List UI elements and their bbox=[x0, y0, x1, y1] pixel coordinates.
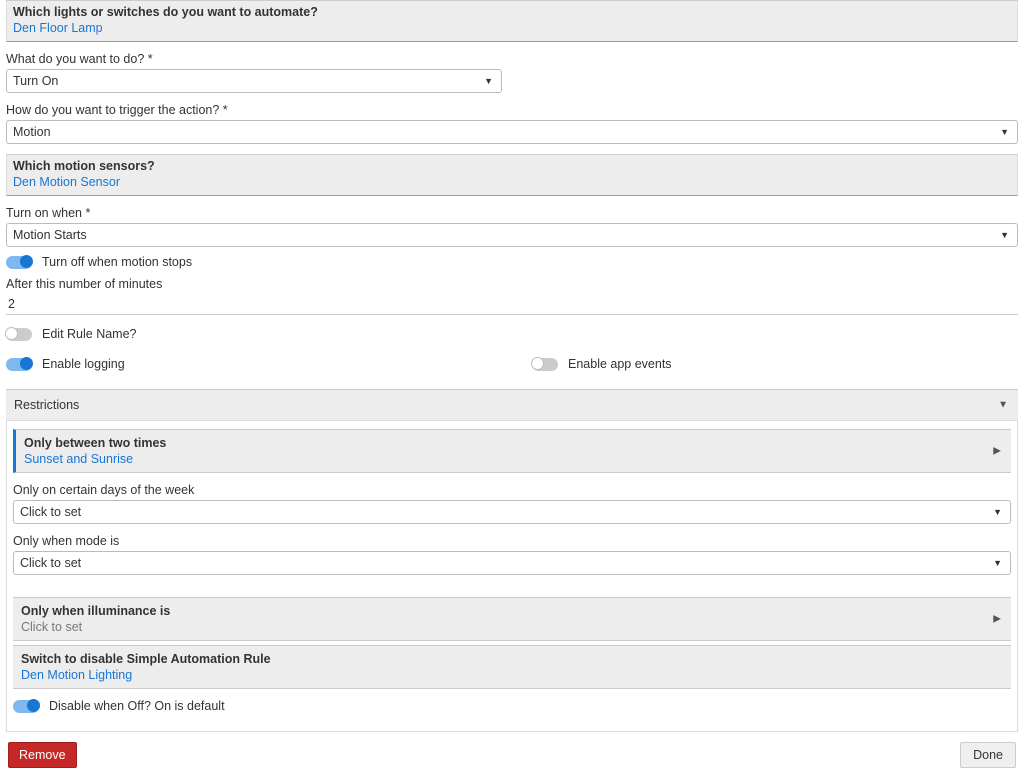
days-value: Click to set bbox=[20, 505, 81, 519]
chevron-down-icon: ▼ bbox=[484, 76, 493, 86]
chevron-right-icon: ▶ bbox=[993, 446, 1001, 457]
enable-app-events-label: Enable app events bbox=[568, 357, 672, 371]
mode-select[interactable]: Click to set ▼ bbox=[13, 551, 1011, 575]
disable-switch-row[interactable]: Switch to disable Simple Automation Rule… bbox=[13, 645, 1011, 689]
turn-on-when-value: Motion Starts bbox=[13, 228, 87, 242]
turn-off-motion-stops-toggle[interactable] bbox=[6, 256, 32, 269]
chevron-down-icon: ▼ bbox=[993, 507, 1002, 517]
chevron-down-icon: ▼ bbox=[1000, 127, 1009, 137]
lights-question: Which lights or switches do you want to … bbox=[13, 5, 1011, 19]
disable-switch-title: Switch to disable Simple Automation Rule bbox=[21, 652, 1003, 666]
illuminance-value: Click to set bbox=[21, 620, 1003, 634]
between-times-row[interactable]: Only between two times Sunset and Sunris… bbox=[13, 429, 1011, 473]
restrictions-body: Only between two times Sunset and Sunris… bbox=[6, 421, 1018, 732]
turn-on-when-label: Turn on when * bbox=[6, 206, 1018, 220]
enable-app-events-toggle[interactable] bbox=[532, 358, 558, 371]
trigger-label: How do you want to trigger the action? * bbox=[6, 103, 1018, 117]
enable-logging-label: Enable logging bbox=[42, 357, 125, 371]
lights-value: Den Floor Lamp bbox=[13, 21, 1011, 35]
days-select[interactable]: Click to set ▼ bbox=[13, 500, 1011, 524]
trigger-select[interactable]: Motion ▼ bbox=[6, 120, 1018, 144]
action-value: Turn On bbox=[13, 74, 58, 88]
after-minutes-input[interactable]: 2 bbox=[6, 294, 1018, 315]
illuminance-row[interactable]: Only when illuminance is Click to set ▶ bbox=[13, 597, 1011, 641]
mode-value: Click to set bbox=[20, 556, 81, 570]
between-times-title: Only between two times bbox=[24, 436, 1003, 450]
remove-button[interactable]: Remove bbox=[8, 742, 77, 768]
edit-rule-name-label: Edit Rule Name? bbox=[42, 327, 137, 341]
action-label: What do you want to do? * bbox=[6, 52, 1018, 66]
illuminance-title: Only when illuminance is bbox=[21, 604, 1003, 618]
after-minutes-label: After this number of minutes bbox=[6, 277, 1018, 291]
between-times-value: Sunset and Sunrise bbox=[24, 452, 1003, 466]
motion-sensor-value: Den Motion Sensor bbox=[13, 175, 1011, 189]
action-select[interactable]: Turn On ▼ bbox=[6, 69, 502, 93]
chevron-down-icon: ▼ bbox=[993, 558, 1002, 568]
turn-off-motion-stops-label: Turn off when motion stops bbox=[42, 255, 192, 269]
disable-switch-value: Den Motion Lighting bbox=[21, 668, 1003, 682]
disable-when-off-label: Disable when Off? On is default bbox=[49, 699, 225, 713]
lights-selector[interactable]: Which lights or switches do you want to … bbox=[6, 0, 1018, 42]
disable-when-off-toggle[interactable] bbox=[13, 700, 39, 713]
enable-logging-toggle[interactable] bbox=[6, 358, 32, 371]
motion-sensor-selector[interactable]: Which motion sensors? Den Motion Sensor bbox=[6, 154, 1018, 196]
trigger-value: Motion bbox=[13, 125, 51, 139]
days-label: Only on certain days of the week bbox=[13, 483, 1011, 497]
done-button[interactable]: Done bbox=[960, 742, 1016, 768]
chevron-down-icon: ▼ bbox=[998, 400, 1008, 411]
turn-on-when-select[interactable]: Motion Starts ▼ bbox=[6, 223, 1018, 247]
motion-sensor-question: Which motion sensors? bbox=[13, 159, 1011, 173]
chevron-down-icon: ▼ bbox=[1000, 230, 1009, 240]
restrictions-header[interactable]: Restrictions ▼ bbox=[6, 389, 1018, 421]
restrictions-title: Restrictions bbox=[14, 398, 79, 412]
edit-rule-name-toggle[interactable] bbox=[6, 328, 32, 341]
chevron-right-icon: ▶ bbox=[993, 614, 1001, 625]
mode-label: Only when mode is bbox=[13, 534, 1011, 548]
